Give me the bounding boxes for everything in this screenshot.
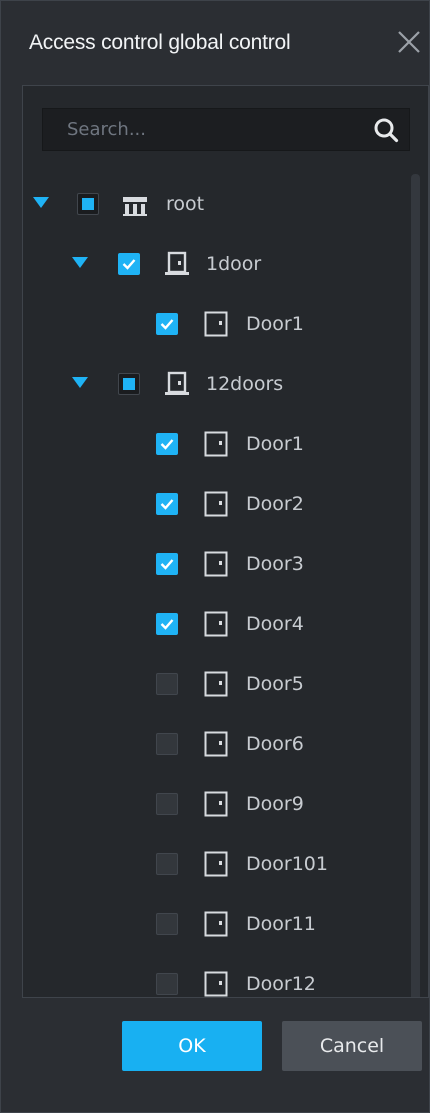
- tree-row-controller[interactable]: 12doors: [23, 354, 408, 414]
- tree-row-door[interactable]: Door4: [23, 594, 408, 654]
- door-icon: [203, 310, 229, 338]
- tree-node-label[interactable]: Door3: [246, 549, 304, 579]
- tree-row-door[interactable]: Door11: [23, 894, 408, 954]
- door-icon: [203, 490, 229, 518]
- device-tree: root 1door Door1 12doors Door1 Door2 Door3 Door…: [23, 174, 408, 997]
- tree-node-label[interactable]: Door6: [246, 729, 304, 759]
- door-icon: [203, 430, 229, 458]
- tree-row-door[interactable]: Door5: [23, 654, 408, 714]
- search-icon[interactable]: [373, 117, 399, 143]
- door-controller-icon: [164, 370, 190, 398]
- tree-checkbox[interactable]: [118, 253, 140, 275]
- tree-checkbox[interactable]: [156, 673, 178, 695]
- tree-checkbox[interactable]: [156, 553, 178, 575]
- tree-row-door[interactable]: Door9: [23, 774, 408, 834]
- tree-node-label[interactable]: Door101: [246, 849, 328, 879]
- tree-checkbox[interactable]: [156, 973, 178, 995]
- dialog-title: Access control global control: [29, 31, 291, 54]
- door-icon: [203, 550, 229, 578]
- tree-checkbox[interactable]: [156, 853, 178, 875]
- door-icon: [203, 850, 229, 878]
- search-box: [42, 108, 410, 151]
- tree-node-label[interactable]: Door1: [246, 429, 304, 459]
- tree-node-label[interactable]: Door2: [246, 489, 304, 519]
- tree-checkbox[interactable]: [156, 793, 178, 815]
- close-icon: [398, 31, 420, 53]
- tree-node-label[interactable]: 12doors: [206, 369, 283, 399]
- tree-checkbox[interactable]: [118, 373, 140, 395]
- cancel-button[interactable]: Cancel: [282, 1021, 422, 1071]
- tree-checkbox[interactable]: [156, 493, 178, 515]
- door-icon: [203, 730, 229, 758]
- tree-row-door[interactable]: Door1: [23, 294, 408, 354]
- tree-row-door[interactable]: Door2: [23, 474, 408, 534]
- tree-node-label[interactable]: Door5: [246, 669, 304, 699]
- tree-row-door[interactable]: Door12: [23, 954, 408, 997]
- tree-checkbox[interactable]: [156, 613, 178, 635]
- tree-node-label[interactable]: Door9: [246, 789, 304, 819]
- tree-row-root[interactable]: root: [23, 174, 408, 234]
- building-icon: [122, 190, 148, 218]
- tree-row-controller[interactable]: 1door: [23, 234, 408, 294]
- tree-node-label[interactable]: Door11: [246, 909, 316, 939]
- search-input[interactable]: [43, 109, 343, 150]
- tree-row-door[interactable]: Door1: [23, 414, 408, 474]
- close-button[interactable]: [392, 25, 426, 59]
- tree-node-label[interactable]: Door1: [246, 309, 304, 339]
- door-icon: [203, 790, 229, 818]
- tree-checkbox[interactable]: [156, 913, 178, 935]
- dialog-title-bar: Access control global control: [1, 1, 429, 85]
- expand-toggle-icon[interactable]: [72, 257, 88, 268]
- tree-checkbox[interactable]: [156, 433, 178, 455]
- tree-row-door[interactable]: Door6: [23, 714, 408, 774]
- expand-toggle-icon[interactable]: [72, 377, 88, 388]
- tree-row-door[interactable]: Door101: [23, 834, 408, 894]
- tree-checkbox[interactable]: [77, 193, 99, 215]
- ok-button[interactable]: OK: [122, 1021, 262, 1071]
- door-icon: [203, 970, 229, 997]
- tree-node-label[interactable]: Door4: [246, 609, 304, 639]
- door-icon: [203, 910, 229, 938]
- tree-checkbox[interactable]: [156, 733, 178, 755]
- device-tree-panel: root1door Door1 12doors Door1 Door2 Door3 Door…: [22, 85, 429, 998]
- tree-checkbox[interactable]: [156, 313, 178, 335]
- tree-row-door[interactable]: Door3: [23, 534, 408, 594]
- tree-node-label[interactable]: root: [166, 189, 204, 219]
- tree-node-label[interactable]: Door12: [246, 969, 316, 997]
- access-control-dialog: Access control global control root1door D…: [0, 0, 430, 1113]
- door-icon: [203, 610, 229, 638]
- door-icon: [203, 670, 229, 698]
- door-controller-icon: [164, 250, 190, 278]
- tree-node-label[interactable]: 1door: [206, 249, 261, 279]
- expand-toggle-icon[interactable]: [33, 197, 49, 208]
- tree-scrollbar[interactable]: [411, 174, 420, 997]
